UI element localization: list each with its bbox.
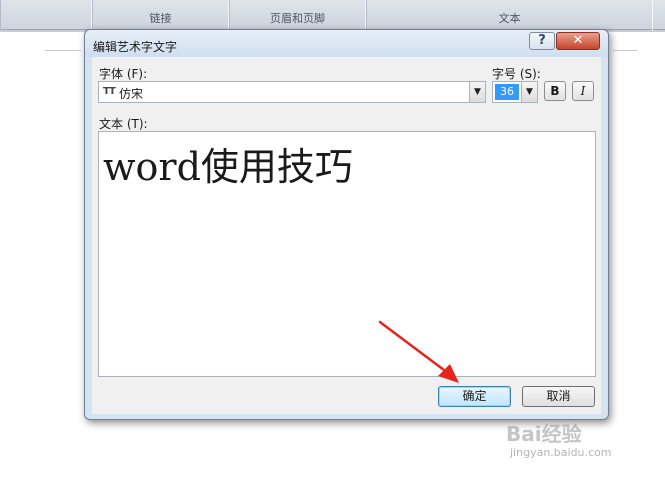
watermark-brand: Bai经验 xyxy=(506,422,582,446)
red-arrow-icon xyxy=(378,320,459,383)
baidu-watermark: Bai经验 jingyan.baidu.com xyxy=(506,418,636,468)
watermark-url: jingyan.baidu.com xyxy=(510,446,612,459)
